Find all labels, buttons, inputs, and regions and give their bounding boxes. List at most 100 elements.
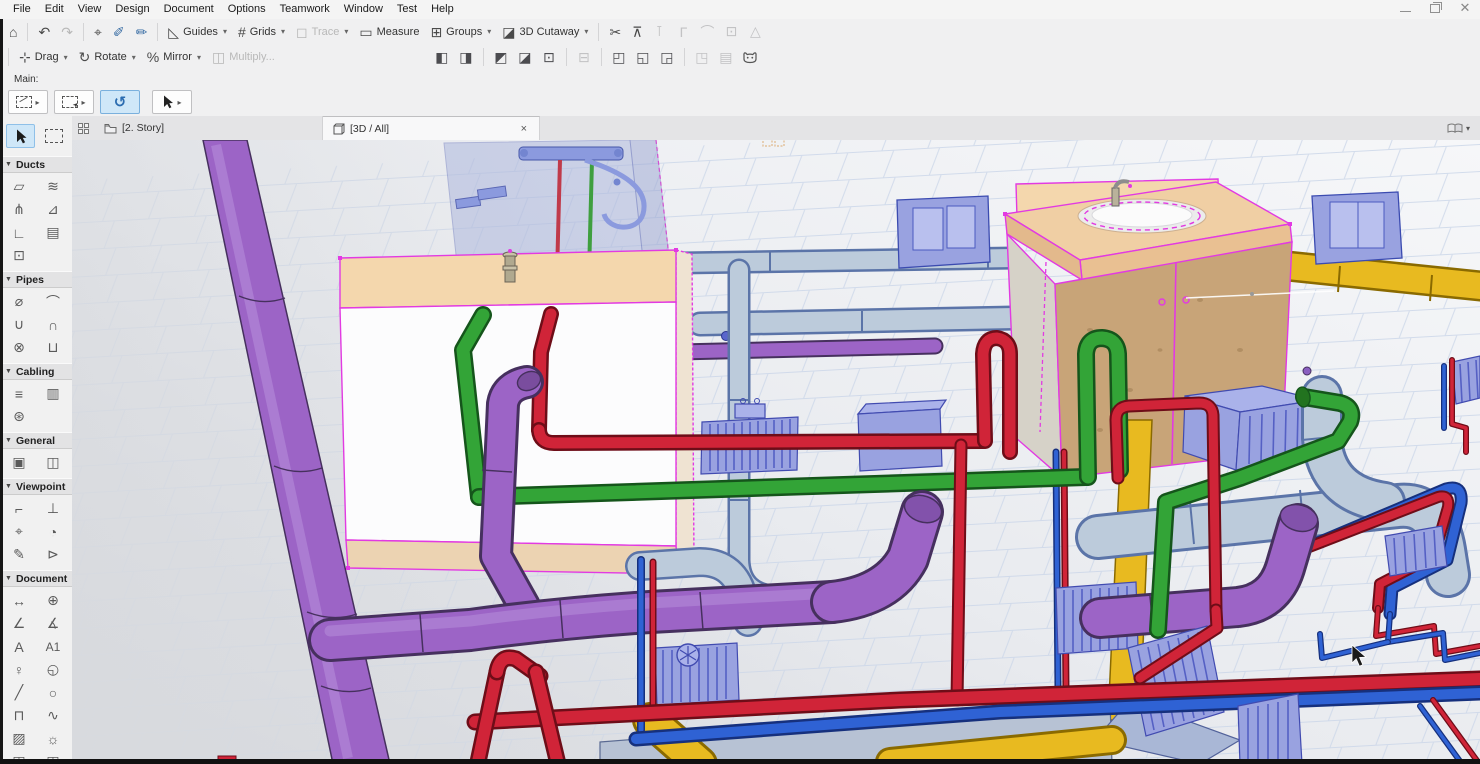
tab-bar-right-controls[interactable]: ▾ xyxy=(1447,116,1480,140)
edit-tool-disabled-5[interactable]: △ xyxy=(744,21,766,43)
arrow-tool-quick-button[interactable]: ▸ xyxy=(152,90,192,114)
orbit-toggle-button[interactable]: ↺ xyxy=(100,90,140,114)
level-dimension-tool[interactable]: ⊕ xyxy=(38,589,68,612)
menu-edit[interactable]: Edit xyxy=(38,0,71,19)
lock-all-button[interactable]: ◲ xyxy=(656,46,678,68)
text-tool[interactable]: A xyxy=(4,635,34,658)
pipe-straight-tool[interactable]: ⌀ xyxy=(4,290,34,313)
rotate-button[interactable]: ↻ Rotate▾ xyxy=(74,46,141,68)
minimize-button[interactable] xyxy=(1398,2,1412,14)
detail-tool[interactable]: ⌖ xyxy=(4,520,34,543)
edit-tool-disabled-1[interactable]: ⊺ xyxy=(648,21,670,43)
pipe-valve-tool[interactable]: ⊗ xyxy=(4,336,34,359)
mirror-button[interactable]: % Mirror▾ xyxy=(142,46,206,68)
circle-tool[interactable]: ○ xyxy=(38,681,68,704)
send-backward-button[interactable]: ▤ xyxy=(715,46,737,68)
duct-accessory-tool[interactable]: ⊡ xyxy=(4,244,34,267)
angled-dimension-tool[interactable]: ∠ xyxy=(4,612,34,635)
3d-viewport[interactable]: .pe{fill:none;stroke-linecap:round;strok… xyxy=(72,140,1480,764)
edit-tool-disabled-3[interactable]: ⌒ xyxy=(696,21,718,43)
wall-terminal-right[interactable] xyxy=(1312,192,1402,264)
grids-button[interactable]: # Grids▾ xyxy=(233,21,290,43)
dimension-tool[interactable]: ↔ xyxy=(4,589,34,612)
cutaway-button[interactable]: ◪ 3D Cutaway▾ xyxy=(497,21,593,43)
split-button[interactable]: ✂ xyxy=(604,21,626,43)
pipe-bend-tool[interactable]: ∪ xyxy=(4,313,34,336)
inject-parameters-button[interactable]: ✏ xyxy=(131,21,153,43)
tab-overview-button[interactable] xyxy=(72,116,94,140)
multiply-button[interactable]: ◫ Multiply... xyxy=(207,46,280,68)
duct-terminal-tool[interactable]: ▤ xyxy=(38,221,68,244)
tab-close-icon[interactable]: × xyxy=(519,123,529,135)
arrow-tool[interactable] xyxy=(6,124,35,148)
toolbox-section-pipes[interactable]: ▼Pipes xyxy=(0,271,72,288)
suspend-groups-button[interactable]: ⊡ xyxy=(538,46,560,68)
restore-button[interactable] xyxy=(1428,2,1442,14)
menu-document[interactable]: Document xyxy=(157,0,221,19)
groups-button[interactable]: ⊞ Groups▾ xyxy=(425,21,496,43)
edit-tool-disabled-2[interactable]: Γ xyxy=(672,21,694,43)
equipment-tool[interactable]: ▣ xyxy=(4,451,34,474)
guides-button[interactable]: ◺ Guides▾ xyxy=(163,21,232,43)
elevation-tool[interactable]: ⊥ xyxy=(38,497,68,520)
edit-tool-disabled-4[interactable]: ⊡ xyxy=(720,21,742,43)
fan-coil-box[interactable] xyxy=(655,643,739,705)
patch-tool[interactable]: ◵ xyxy=(38,658,68,681)
wall-terminal-left[interactable] xyxy=(897,196,990,268)
geometry-method-button[interactable]: ▸ xyxy=(8,90,48,114)
undo-button[interactable]: ↶ xyxy=(33,21,55,43)
line-tool[interactable]: ╱ xyxy=(4,681,34,704)
toolbox-section-ducts[interactable]: ▼Ducts xyxy=(0,156,72,173)
marker-tool[interactable]: ♀ xyxy=(4,658,34,681)
measure-button[interactable]: ▭ Measure xyxy=(354,21,424,43)
redo-button[interactable]: ↷ xyxy=(56,21,78,43)
toolbox-section-viewpoint[interactable]: ▼Viewpoint xyxy=(0,478,72,495)
ungroup-button[interactable]: ◩ xyxy=(490,46,512,68)
tab-3d-all[interactable]: [3D / All]× xyxy=(323,116,540,140)
polyline-tool[interactable]: ⊓ xyxy=(4,704,34,727)
drag-button[interactable]: ⊹ Drag▾ xyxy=(14,46,73,68)
lock-elements-button[interactable]: ◰ xyxy=(608,46,630,68)
toolbox-section-document[interactable]: ▼Document xyxy=(0,570,72,587)
cable-tray-fitting-tool[interactable]: ▥ xyxy=(38,382,68,405)
cable-tray-tool[interactable]: ≡ xyxy=(4,382,34,405)
marquee-tool[interactable] xyxy=(39,124,68,148)
cat-face-button[interactable] xyxy=(739,46,761,68)
bring-forward-button[interactable]: ◳ xyxy=(691,46,713,68)
close-button[interactable]: ✕ xyxy=(1458,2,1472,14)
duct-straight-tool[interactable]: ▱ xyxy=(4,175,34,198)
group-pin-button[interactable]: ◨ xyxy=(455,46,477,68)
menu-teamwork[interactable]: Teamwork xyxy=(273,0,337,19)
menu-view[interactable]: View xyxy=(71,0,109,19)
tab-story[interactable]: [2. Story] xyxy=(94,116,323,140)
trace-button[interactable]: ◻ Trace▾ xyxy=(291,21,353,43)
menu-file[interactable]: File xyxy=(6,0,38,19)
camera-tool[interactable]: ⊳ xyxy=(38,543,68,566)
fixture-tool[interactable]: ◫ xyxy=(38,451,68,474)
spline-tool[interactable]: ∿ xyxy=(38,704,68,727)
toolbox-section-general[interactable]: ▼General xyxy=(0,432,72,449)
menu-help[interactable]: Help xyxy=(424,0,461,19)
menu-options[interactable]: Options xyxy=(221,0,273,19)
duct-bend-tool[interactable]: ∟ xyxy=(4,221,34,244)
angle-dimension-tool[interactable]: ∡ xyxy=(38,612,68,635)
find-select-button[interactable]: ⌖ xyxy=(89,21,107,43)
duct-fitting-tool[interactable]: ⋔ xyxy=(4,198,34,221)
cable-carrier-tool[interactable]: ⊛ xyxy=(4,405,34,428)
fill-tool[interactable]: ▨ xyxy=(4,727,34,750)
section-tool[interactable]: ⌐ xyxy=(4,497,34,520)
duct-flexible-tool[interactable]: ≋ xyxy=(38,175,68,198)
selection-method-button[interactable]: ▸ xyxy=(54,90,94,114)
label-tool[interactable]: A1 xyxy=(38,635,68,658)
group-elements-button[interactable]: ◧ xyxy=(431,46,453,68)
unlock-elements-button[interactable]: ◱ xyxy=(632,46,654,68)
pipe-trap-tool[interactable]: ⊔ xyxy=(38,336,68,359)
home-button[interactable]: ⌂ xyxy=(4,21,22,43)
pipe-segment-tool[interactable]: ⌒ xyxy=(38,290,68,313)
adjust-button[interactable]: ⊼ xyxy=(627,21,647,43)
worksheet-tool[interactable]: ✎ xyxy=(4,543,34,566)
hotspot-tool[interactable]: ☼ xyxy=(38,727,68,750)
menu-design[interactable]: Design xyxy=(108,0,156,19)
interior-elevation-tool[interactable]: ◔ xyxy=(38,520,68,543)
explode-group-button[interactable]: ⊟ xyxy=(573,46,595,68)
